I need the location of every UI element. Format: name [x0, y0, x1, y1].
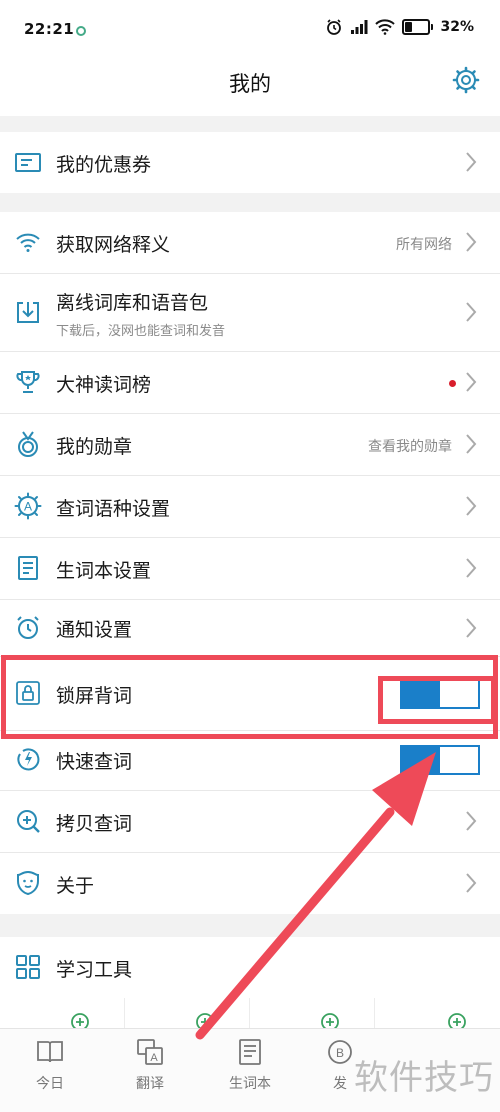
tool-tile[interactable]: [0, 998, 125, 1031]
menu-item-label: 我的优惠券: [56, 154, 152, 176]
coupon-icon: [15, 153, 41, 172]
page-title: 我的: [229, 72, 271, 96]
medal-icon: [18, 431, 38, 457]
tab-label: 生词本: [229, 1076, 271, 1092]
learning-tools-card: 学习工具: [0, 937, 500, 999]
status-bar: 22:21 32%: [0, 0, 500, 60]
menu-item-label: 通知设置: [56, 619, 133, 641]
menu-item-label: 离线词库和语音包: [56, 292, 209, 314]
menu-item-label: 大神读词榜: [56, 374, 152, 396]
tool-tile[interactable]: [375, 998, 500, 1031]
chevron-right-icon: [466, 232, 477, 252]
download-icon: [17, 302, 39, 323]
menu-item-copy-lookup[interactable]: 拷贝查词: [0, 791, 500, 853]
menu-item-label: 拷贝查词: [56, 813, 133, 835]
tab-today[interactable]: 今日: [15, 1037, 85, 1093]
quick-lookup-toggle[interactable]: [400, 745, 480, 775]
menu-item-label: 关于: [56, 875, 95, 897]
learning-tools-header: 学习工具: [0, 937, 500, 999]
annotation-toggle-box: [378, 676, 496, 724]
menu-item-language-settings[interactable]: A 查词语种设置: [0, 476, 500, 538]
menu-item-leaderboard[interactable]: 大神读词榜: [0, 352, 500, 414]
svg-text:A: A: [24, 500, 32, 514]
tab-label: 翻译: [136, 1076, 164, 1092]
language-icon: A: [14, 492, 42, 520]
chevron-right-icon: [466, 873, 477, 893]
coupon-card: 我的优惠券: [0, 132, 500, 193]
menu-item-about[interactable]: 关于: [0, 853, 500, 914]
tab-label: 今日: [36, 1076, 64, 1092]
svg-text:B: B: [336, 1046, 344, 1060]
trophy-icon: [16, 371, 40, 393]
watermark-text: 软件技巧: [354, 1058, 494, 1098]
menu-item-notebook-settings[interactable]: 生词本设置: [0, 538, 500, 600]
svg-text:A: A: [150, 1052, 158, 1064]
menu-item-label: 快速查词: [56, 751, 133, 773]
menu-item-label: 获取网络释义: [56, 234, 171, 256]
learning-tools-label: 学习工具: [56, 959, 133, 981]
chevron-right-icon: [466, 372, 477, 392]
tool-tile[interactable]: [250, 998, 375, 1031]
chevron-right-icon: [466, 558, 477, 578]
new-badge-dot: [449, 380, 456, 387]
zoom-in-icon: [17, 810, 40, 833]
grid-icon: [16, 955, 40, 979]
translate-icon: A: [137, 1039, 163, 1065]
chevron-right-icon: [466, 152, 477, 172]
notification-dot-icon: [76, 26, 86, 36]
menu-item-coupon[interactable]: 我的优惠券: [0, 132, 500, 193]
chevron-right-icon: [466, 434, 477, 454]
notebook-tab-icon: [239, 1039, 261, 1065]
alarm-status-icon: [327, 19, 342, 35]
menu-item-quick-lookup[interactable]: 快速查词: [0, 731, 500, 791]
menu-item-subtitle: 下载后，没网也能查词和发音: [56, 324, 226, 339]
gear-icon[interactable]: [452, 66, 480, 94]
alarm-icon: [17, 616, 39, 639]
chevron-right-icon: [466, 811, 477, 831]
battery-percent: 32%: [440, 19, 474, 35]
menu-item-hint: 所有网络: [396, 237, 452, 253]
discover-icon: B: [328, 1040, 352, 1064]
menu-item-offline-dictionary[interactable]: 离线词库和语音包 下载后，没网也能查词和发音: [0, 274, 500, 352]
about-icon: [17, 870, 39, 896]
lightning-icon: [17, 748, 40, 771]
chevron-right-icon: [466, 618, 477, 638]
status-time: 22:21: [24, 20, 75, 38]
chevron-right-icon: [466, 302, 477, 322]
tab-translate[interactable]: A 翻译: [115, 1037, 185, 1093]
menu-item-notification-settings[interactable]: 通知设置: [0, 600, 500, 657]
menu-item-medals[interactable]: 我的勋章 查看我的勋章: [0, 414, 500, 476]
book-icon: [37, 1041, 63, 1063]
wifi-status-icon: [375, 19, 396, 35]
wifi-icon: [16, 233, 40, 252]
notebook-icon: [18, 556, 38, 580]
page-header: 我的: [0, 60, 500, 116]
signal-icon: [351, 20, 368, 34]
tool-tile[interactable]: [125, 998, 250, 1031]
learning-tools-tiles: [0, 998, 500, 1031]
settings-card: 获取网络释义 所有网络 离线词库和语音包 下载后，没网也能查词和发音 大神读词榜…: [0, 212, 500, 914]
status-icons: 32%: [325, 18, 474, 36]
menu-item-hint: 查看我的勋章: [368, 439, 452, 455]
menu-item-label: 查词语种设置: [56, 498, 171, 520]
tab-notebook[interactable]: 生词本: [215, 1037, 285, 1093]
menu-item-network-definition[interactable]: 获取网络释义 所有网络: [0, 212, 500, 274]
menu-item-label: 我的勋章: [56, 436, 133, 458]
menu-item-label: 生词本设置: [56, 560, 152, 582]
chevron-right-icon: [466, 496, 477, 516]
battery-icon: [402, 19, 434, 35]
